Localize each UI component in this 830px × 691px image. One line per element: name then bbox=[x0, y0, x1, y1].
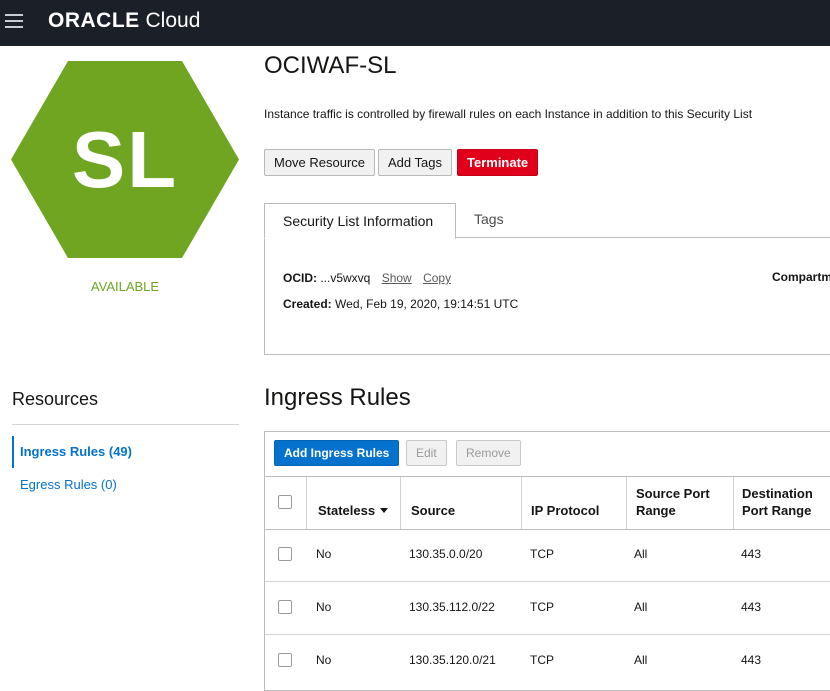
created-value: Wed, Feb 19, 2020, 19:14:51 UTC bbox=[335, 297, 519, 311]
source-port-header-line2: Range bbox=[636, 503, 676, 518]
resources-heading: Resources bbox=[12, 389, 99, 409]
row-checkbox[interactable] bbox=[278, 600, 292, 614]
column-header-destination-port-range: Destination Port Range bbox=[742, 485, 813, 519]
ingress-rules-heading: Ingress Rules bbox=[264, 384, 411, 411]
terminate-button[interactable]: Terminate bbox=[457, 149, 539, 176]
cell-protocol: TCP bbox=[530, 547, 554, 561]
table-header-border bbox=[265, 476, 830, 477]
security-list-badge: SL bbox=[11, 61, 239, 258]
table-header-border bbox=[265, 529, 830, 530]
source-port-header-line1: Source Port bbox=[636, 486, 710, 501]
cell-source: 130.35.112.0/22 bbox=[409, 600, 495, 614]
add-tags-button[interactable]: Add Tags bbox=[378, 149, 452, 176]
cell-stateless: No bbox=[316, 600, 332, 614]
resource-item-ingress-rules[interactable]: Ingress Rules (49) bbox=[12, 436, 132, 468]
tab-tags[interactable]: Tags bbox=[474, 211, 504, 227]
column-header-stateless[interactable]: Stateless bbox=[318, 502, 389, 519]
column-separator bbox=[626, 477, 627, 529]
sort-down-icon bbox=[380, 508, 389, 513]
column-separator bbox=[733, 477, 734, 529]
cell-protocol: TCP bbox=[530, 653, 554, 667]
ingress-rules-table bbox=[264, 431, 830, 691]
cell-destination-port: 443 bbox=[741, 653, 762, 667]
page-title: OCIWAF-SL bbox=[264, 52, 397, 79]
brand-cloud: Cloud bbox=[145, 9, 201, 32]
column-separator bbox=[521, 477, 522, 529]
dest-port-header-line1: Destination bbox=[742, 486, 813, 501]
row-divider bbox=[265, 634, 830, 635]
ocid-show-link[interactable]: Show bbox=[382, 271, 412, 285]
ocid-value: ...v5wxvq bbox=[320, 271, 371, 285]
dest-port-header-line2: Port Range bbox=[742, 503, 812, 518]
ocid-row: OCID: ...v5wxvq Show Copy bbox=[283, 271, 451, 285]
cell-source: 130.35.120.0/21 bbox=[409, 653, 496, 667]
cell-source-port: All bbox=[634, 653, 648, 667]
tab-panel-info bbox=[264, 237, 830, 355]
page-description: Instance traffic is controlled by firewa… bbox=[264, 107, 753, 121]
row-checkbox[interactable] bbox=[278, 547, 292, 561]
tab-divider bbox=[456, 237, 830, 238]
cell-source-port: All bbox=[634, 600, 648, 614]
compartment-label: Compartm bbox=[772, 270, 830, 284]
add-ingress-rules-button[interactable]: Add Ingress Rules bbox=[274, 440, 400, 466]
cell-destination-port: 443 bbox=[741, 600, 762, 614]
column-separator bbox=[306, 477, 307, 529]
column-header-source-port-range: Source Port Range bbox=[636, 485, 710, 519]
tab-security-list-information[interactable]: Security List Information bbox=[264, 203, 456, 239]
resource-item-egress-rules[interactable]: Egress Rules (0) bbox=[12, 476, 117, 494]
menu-icon[interactable] bbox=[5, 14, 23, 28]
brand-oracle: ORACLE bbox=[48, 9, 140, 32]
divider bbox=[12, 424, 239, 425]
cell-stateless: No bbox=[316, 547, 332, 561]
created-label: Created: bbox=[283, 297, 332, 311]
edit-button[interactable]: Edit bbox=[406, 440, 447, 466]
cell-protocol: TCP bbox=[530, 600, 554, 614]
cell-stateless: No bbox=[316, 653, 332, 667]
row-divider bbox=[265, 581, 830, 582]
column-separator bbox=[400, 477, 401, 529]
stateless-header-label: Stateless bbox=[318, 503, 376, 518]
column-header-ip-protocol: IP Protocol bbox=[531, 503, 600, 518]
badge-label: SL bbox=[71, 114, 179, 204]
select-all-checkbox[interactable] bbox=[278, 495, 292, 509]
created-row: Created: Wed, Feb 19, 2020, 19:14:51 UTC bbox=[283, 297, 518, 311]
ocid-label: OCID: bbox=[283, 271, 317, 285]
status-badge: AVAILABLE bbox=[90, 279, 160, 294]
ocid-copy-link[interactable]: Copy bbox=[423, 271, 451, 285]
move-resource-button[interactable]: Move Resource bbox=[264, 149, 376, 176]
cell-source: 130.35.0.0/20 bbox=[409, 547, 483, 561]
oracle-cloud-logo[interactable]: ORACLE Cloud bbox=[48, 9, 200, 33]
cell-destination-port: 443 bbox=[741, 547, 762, 561]
cell-source-port: All bbox=[634, 547, 648, 561]
remove-button[interactable]: Remove bbox=[456, 440, 521, 466]
column-header-source: Source bbox=[411, 503, 456, 518]
row-checkbox[interactable] bbox=[278, 653, 292, 667]
top-bar: ORACLE Cloud bbox=[0, 0, 830, 46]
